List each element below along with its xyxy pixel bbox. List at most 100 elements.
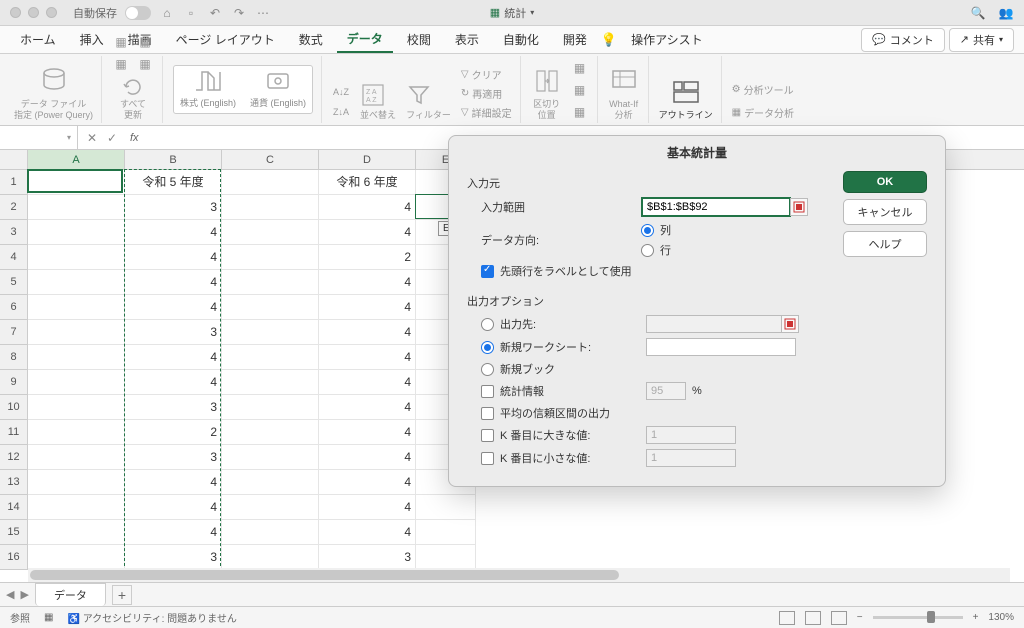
properties-icon[interactable]: ▦ bbox=[136, 33, 154, 51]
row-header[interactable]: 5 bbox=[0, 270, 28, 295]
cell[interactable]: 4 bbox=[319, 220, 416, 245]
flash-fill-icon[interactable]: ▦ bbox=[571, 59, 589, 77]
tab-insert[interactable]: 挿入 bbox=[70, 27, 114, 52]
cell[interactable]: 4 bbox=[125, 245, 222, 270]
data-types-box[interactable]: 株式 (English) 通貨 (English) bbox=[173, 65, 313, 114]
cancel-button[interactable]: キャンセル bbox=[843, 199, 927, 225]
sheet-nav-next[interactable]: ▶ bbox=[20, 588, 28, 601]
cell[interactable] bbox=[28, 270, 125, 295]
save-icon[interactable]: ▫ bbox=[183, 5, 199, 21]
row-header[interactable]: 8 bbox=[0, 345, 28, 370]
range-selector-icon[interactable] bbox=[790, 198, 808, 216]
maximize-window[interactable] bbox=[46, 7, 57, 18]
tab-data[interactable]: データ bbox=[337, 26, 393, 53]
cell[interactable] bbox=[28, 445, 125, 470]
cell[interactable] bbox=[222, 220, 319, 245]
more-icon[interactable]: ⋯ bbox=[255, 5, 271, 21]
labels-checkbox-row[interactable]: 先頭行をラベルとして使用 bbox=[481, 263, 829, 279]
tab-view[interactable]: 表示 bbox=[445, 27, 489, 52]
checkbox-confidence-interval[interactable]: 平均の信頼区間の出力 bbox=[481, 405, 829, 421]
range-selector-icon[interactable] bbox=[781, 315, 799, 333]
chevron-down-icon[interactable]: ▾ bbox=[530, 8, 534, 17]
reapply-filter[interactable]: ↻再適用 bbox=[461, 85, 512, 102]
refresh-icon[interactable]: ▦ bbox=[112, 55, 130, 73]
cell[interactable] bbox=[28, 220, 125, 245]
refresh-all-icon[interactable] bbox=[121, 77, 145, 97]
search-icon[interactable]: 🔍 bbox=[970, 5, 986, 21]
cell[interactable] bbox=[222, 395, 319, 420]
cell[interactable] bbox=[222, 270, 319, 295]
cell[interactable] bbox=[222, 170, 319, 195]
cell[interactable]: 4 bbox=[125, 270, 222, 295]
cell[interactable] bbox=[222, 195, 319, 220]
record-macro-icon[interactable]: ▦ bbox=[44, 612, 53, 623]
cell[interactable] bbox=[222, 520, 319, 545]
radio-output-range[interactable]: 出力先: bbox=[481, 315, 829, 333]
tab-formulas[interactable]: 数式 bbox=[289, 27, 333, 52]
row-header[interactable]: 6 bbox=[0, 295, 28, 320]
sort-za-icon[interactable]: Z↓A bbox=[332, 103, 350, 121]
tab-automate[interactable]: 自動化 bbox=[493, 27, 549, 52]
cell[interactable] bbox=[222, 295, 319, 320]
share-button[interactable]: ↗ 共有 ▾ bbox=[949, 28, 1014, 52]
redo-icon[interactable]: ↷ bbox=[231, 5, 247, 21]
accessibility-status[interactable]: ♿ アクセシビリティ: 問題ありません bbox=[67, 610, 236, 625]
row-header[interactable]: 15 bbox=[0, 520, 28, 545]
cell[interactable]: 3 bbox=[125, 545, 222, 570]
cell[interactable] bbox=[416, 520, 476, 545]
tab-developer[interactable]: 開発 bbox=[553, 27, 597, 52]
outline-icon[interactable] bbox=[670, 76, 702, 108]
radio-columns[interactable]: 列 bbox=[641, 222, 671, 238]
zoom-slider[interactable] bbox=[873, 616, 963, 619]
cell[interactable]: 令和 5 年度 bbox=[125, 170, 222, 195]
tab-review[interactable]: 校閲 bbox=[397, 27, 441, 52]
data-analysis[interactable]: ▦データ分析 bbox=[732, 104, 794, 121]
cell[interactable]: 3 bbox=[125, 195, 222, 220]
row-header[interactable]: 11 bbox=[0, 420, 28, 445]
cell[interactable]: 4 bbox=[125, 370, 222, 395]
cell[interactable]: 4 bbox=[319, 320, 416, 345]
radio-rows[interactable]: 行 bbox=[641, 242, 671, 258]
cell[interactable] bbox=[28, 345, 125, 370]
cell[interactable] bbox=[28, 520, 125, 545]
cell[interactable] bbox=[222, 495, 319, 520]
row-header[interactable]: 10 bbox=[0, 395, 28, 420]
cell[interactable] bbox=[28, 495, 125, 520]
cell[interactable]: 4 bbox=[319, 445, 416, 470]
cell[interactable] bbox=[416, 495, 476, 520]
sort-az-icon[interactable]: A↓Z bbox=[332, 83, 350, 101]
cell[interactable]: 3 bbox=[125, 445, 222, 470]
minimize-window[interactable] bbox=[28, 7, 39, 18]
comments-button[interactable]: 💬 コメント bbox=[861, 28, 945, 52]
cell[interactable]: 4 bbox=[319, 295, 416, 320]
cell[interactable] bbox=[28, 295, 125, 320]
cell[interactable]: 4 bbox=[125, 345, 222, 370]
cell[interactable]: 4 bbox=[319, 495, 416, 520]
cancel-formula-icon[interactable]: ✕ bbox=[84, 130, 100, 146]
row-header[interactable]: 4 bbox=[0, 245, 28, 270]
sheet-tab-active[interactable]: データ bbox=[35, 583, 106, 606]
radio-new-workbook[interactable]: 新規ブック bbox=[481, 361, 829, 377]
col-header-a[interactable]: A bbox=[28, 150, 125, 169]
cell[interactable]: 4 bbox=[319, 270, 416, 295]
data-validation-icon[interactable]: ▦ bbox=[571, 103, 589, 121]
analysis-tools[interactable]: ⚙分析ツール bbox=[732, 81, 794, 98]
row-header[interactable]: 2 bbox=[0, 195, 28, 220]
row-header[interactable]: 13 bbox=[0, 470, 28, 495]
cell[interactable]: 4 bbox=[125, 495, 222, 520]
cell[interactable] bbox=[28, 320, 125, 345]
home-icon[interactable]: ⌂ bbox=[159, 5, 175, 21]
connections-icon[interactable]: ▦ bbox=[112, 33, 130, 51]
row-header[interactable]: 3 bbox=[0, 220, 28, 245]
cell[interactable] bbox=[416, 545, 476, 570]
horizontal-scrollbar[interactable] bbox=[28, 568, 1010, 582]
cell[interactable] bbox=[222, 545, 319, 570]
cell[interactable]: 4 bbox=[319, 395, 416, 420]
cell[interactable] bbox=[222, 245, 319, 270]
row-header[interactable]: 12 bbox=[0, 445, 28, 470]
name-box[interactable]: ▾ bbox=[0, 126, 78, 149]
clear-filter[interactable]: ▽クリア bbox=[461, 66, 512, 83]
close-window[interactable] bbox=[10, 7, 21, 18]
col-header-d[interactable]: D bbox=[319, 150, 416, 169]
zoom-out[interactable]: − bbox=[857, 612, 863, 623]
